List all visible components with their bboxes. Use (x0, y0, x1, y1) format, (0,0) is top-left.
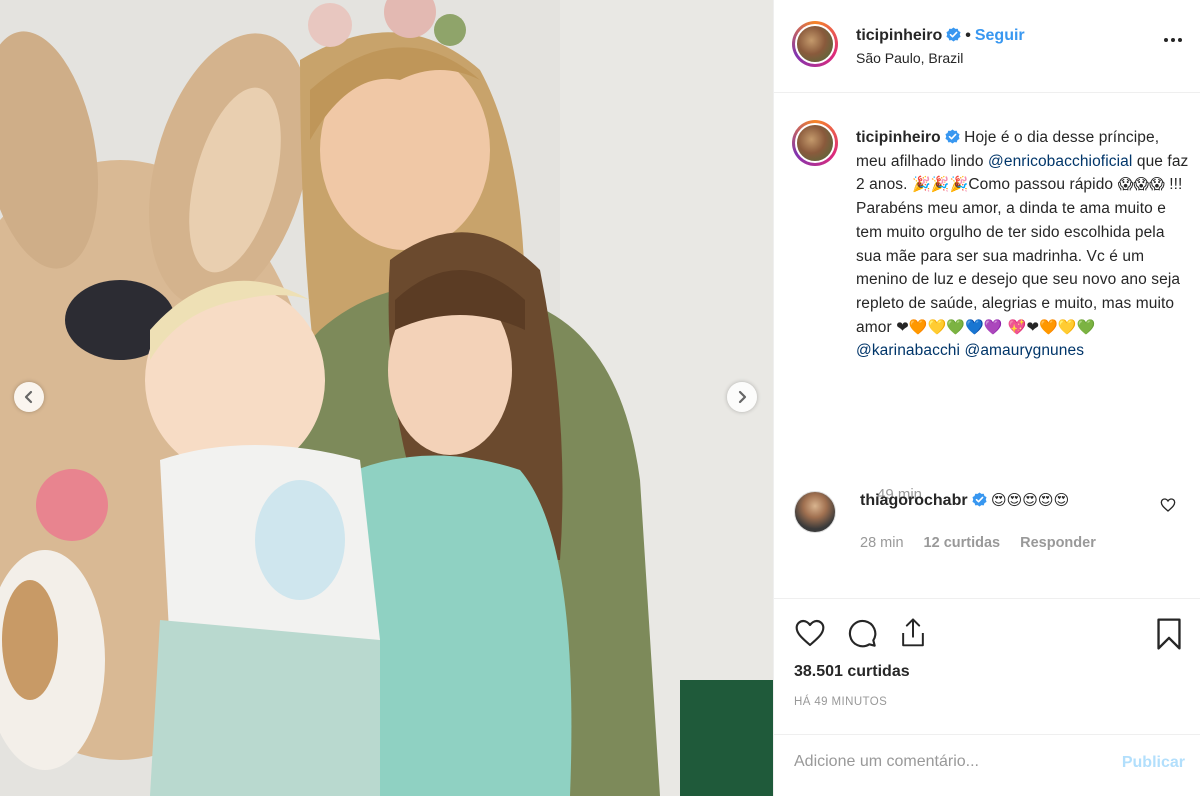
next-photo-button[interactable] (727, 382, 757, 412)
location-link[interactable]: São Paulo, Brazil (856, 50, 963, 66)
comment-icon[interactable] (846, 617, 878, 649)
comment-meta: 28 min 12 curtidas Responder (860, 535, 1096, 551)
author-line: ticipinheiro • Seguir (856, 27, 1025, 45)
follow-button[interactable]: Seguir (975, 27, 1025, 44)
comment-likes[interactable]: 12 curtidas (924, 535, 1001, 551)
bookmark-icon[interactable] (1155, 617, 1183, 651)
author-username[interactable]: ticipinheiro (856, 27, 942, 44)
caption-username[interactable]: ticipinheiro (856, 129, 941, 146)
verified-badge-icon (972, 492, 987, 507)
post-actions: 38.501 curtidas HÁ 49 MINUTOS Publicar (774, 598, 1200, 796)
comment-input[interactable] (794, 753, 1094, 771)
previous-photo-button[interactable] (14, 382, 44, 412)
caption-text-4: !!! Parabéns meu amor, a dinda te ama mu… (856, 176, 1183, 336)
caption-text-3: Como passou rápido (968, 176, 1114, 194)
party-emoji: 🎉🎉🎉 (911, 175, 969, 194)
reply-button[interactable]: Responder (1020, 535, 1096, 551)
separator-dot: • (965, 27, 971, 44)
mention-link[interactable]: @karinabacchi (856, 342, 960, 359)
mention-link[interactable]: @amaurygnunes (964, 342, 1084, 359)
commenter-username[interactable]: thiagorochabr (860, 492, 968, 509)
comment-like-heart-icon[interactable] (1160, 497, 1176, 513)
verified-badge-icon (945, 129, 960, 144)
share-icon[interactable] (898, 617, 928, 649)
comment-timestamp[interactable]: 28 min (860, 535, 904, 551)
comments-section[interactable]: ticipinheiro Hoje é o dia desse príncipe… (774, 94, 1200, 594)
comment-text: thiagorochabr 😍😍😍😍😍 (860, 491, 1160, 510)
caption-avatar[interactable] (792, 120, 838, 166)
commenter-avatar[interactable] (794, 491, 836, 533)
heart-icon[interactable] (794, 617, 826, 649)
post-image (0, 0, 773, 796)
post-timestamp[interactable]: HÁ 49 MINUTOS (794, 696, 887, 708)
post-side-panel: ticipinheiro • Seguir São Paulo, Brazil ti… (773, 0, 1200, 796)
likes-count[interactable]: 38.501 curtidas (794, 663, 910, 681)
verified-badge-icon (946, 27, 961, 42)
action-icons-row (794, 617, 1183, 651)
comment-form: Publicar (774, 734, 1200, 797)
post-photo[interactable] (0, 0, 773, 796)
post-header: ticipinheiro • Seguir São Paulo, Brazil (774, 0, 1200, 93)
publish-button[interactable]: Publicar (1122, 754, 1185, 772)
scream-emoji: 😱😱😱 (1117, 175, 1165, 194)
heart-eyes-emoji: 😍😍😍😍😍 (991, 491, 1070, 509)
more-options-icon[interactable] (1164, 38, 1182, 42)
hearts-emoji: ❤🧡💛💚💙💜 💖❤🧡💛💚 (896, 317, 1096, 336)
caption-text: ticipinheiro Hoje é o dia desse príncipe… (856, 126, 1192, 363)
chevron-right-icon (738, 390, 747, 404)
chevron-left-icon (24, 390, 33, 404)
author-avatar[interactable] (792, 21, 838, 67)
mention-link[interactable]: @enricobacchioficial (988, 153, 1132, 170)
